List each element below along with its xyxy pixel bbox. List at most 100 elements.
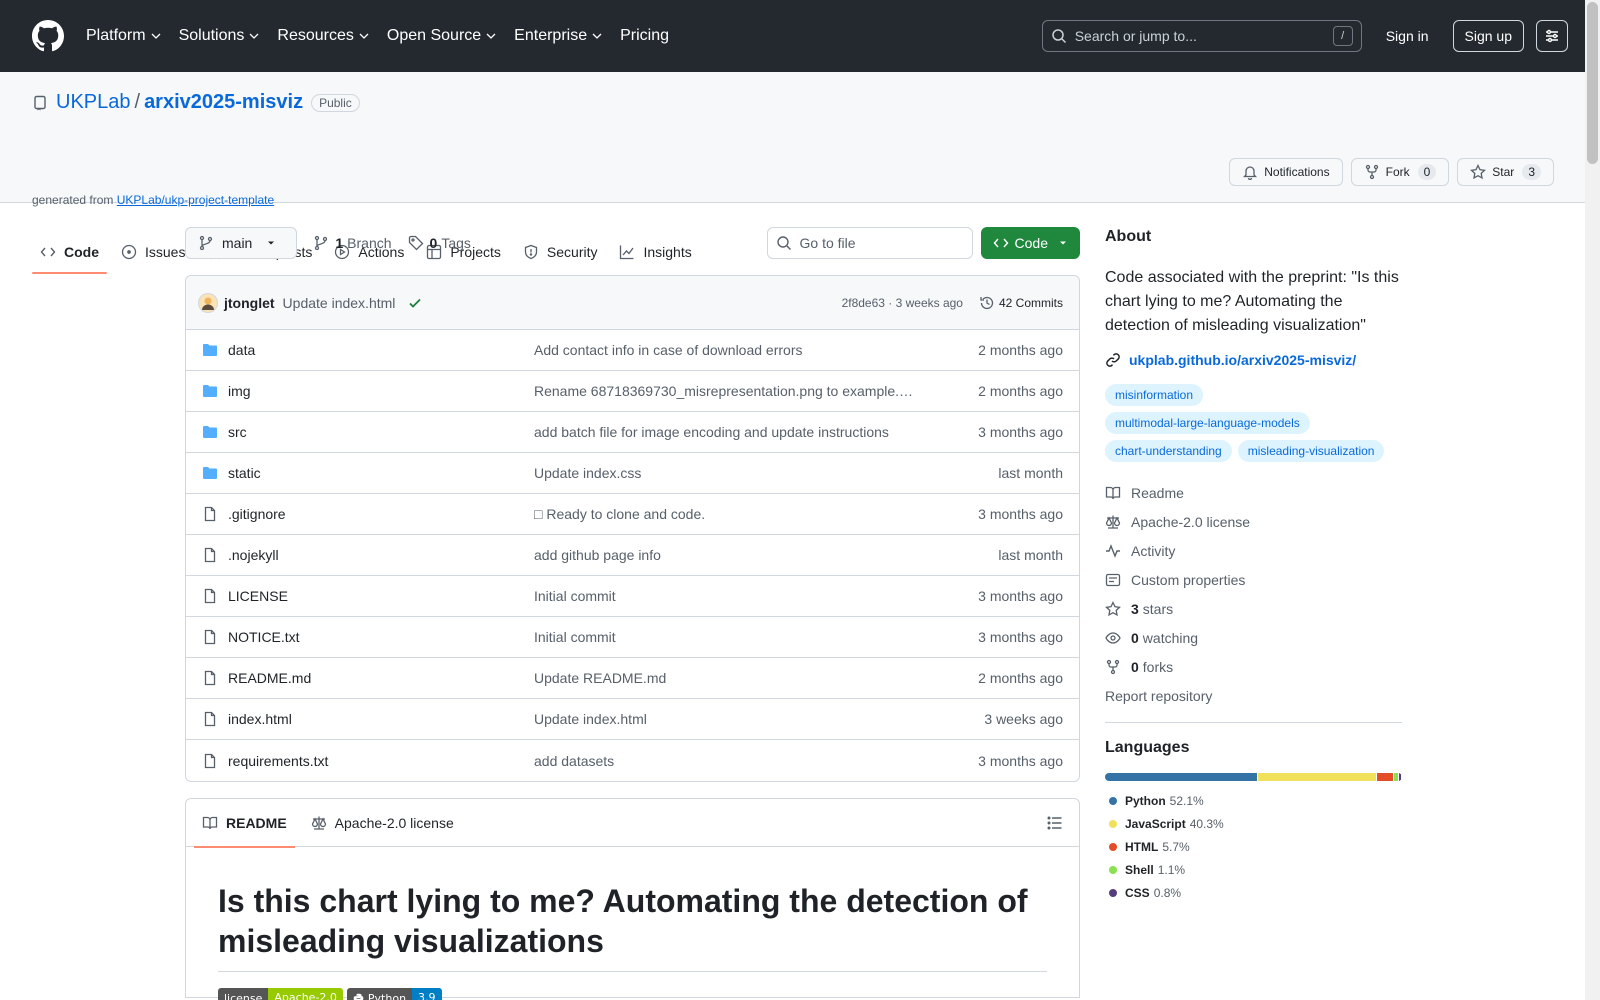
forks-link[interactable]: 0 forks [1105,652,1402,681]
commit-author-link[interactable]: jtonglet [224,295,275,311]
file-name-cell[interactable]: LICENSE [202,588,534,604]
file-name[interactable]: .nojekyll [228,547,279,563]
table-row[interactable]: src add batch file for image encoding and… [186,412,1079,453]
language-item[interactable]: CSS 0.8% [1105,881,1225,904]
file-name-cell[interactable]: index.html [202,711,534,727]
commit-message-link[interactable]: Update index.html [283,295,396,311]
list-icon[interactable] [1047,815,1063,831]
file-name-cell[interactable]: .nojekyll [202,547,534,563]
topic-tag[interactable]: multimodal-large-language-models [1105,412,1310,434]
readme-link[interactable]: Readme [1105,478,1402,507]
website-link[interactable]: ukplab.github.io/arxiv2025-misviz/ [1105,352,1402,368]
topic-tag[interactable]: misinformation [1105,384,1204,406]
file-name-cell[interactable]: requirements.txt [202,753,534,769]
table-row[interactable]: .nojekyll add github page info last month [186,535,1079,576]
repo-name-link[interactable]: arxiv2025-misviz [144,91,303,114]
activity-link[interactable]: Activity [1105,536,1402,565]
topic-tag[interactable]: misleading-visualization [1237,440,1385,462]
license-link[interactable]: Apache-2.0 license [1105,507,1402,536]
file-commit-message[interactable]: Update index.css [534,465,998,481]
notifications-button[interactable]: Notifications [1229,158,1343,186]
custom-properties-link[interactable]: Custom properties [1105,565,1402,594]
tags-link[interactable]: 0 Tags [408,235,471,251]
file-name[interactable]: NOTICE.txt [228,629,300,645]
file-name[interactable]: data [228,342,255,358]
check-icon[interactable] [407,295,423,311]
file-name-cell[interactable]: .gitignore [202,506,534,522]
table-row[interactable]: data Add contact info in case of download… [186,330,1079,371]
file-commit-message[interactable]: add github page info [534,547,998,563]
table-row[interactable]: NOTICE.txt Initial commit 3 months ago [186,617,1079,658]
star-button[interactable]: Star 3 [1457,158,1554,186]
github-logo-icon[interactable] [32,20,64,52]
file-commit-message[interactable]: Initial commit [534,629,978,645]
file-name[interactable]: LICENSE [228,588,288,604]
tab-readme[interactable]: README [194,799,295,848]
code-dropdown-button[interactable]: Code [980,227,1080,259]
file-name[interactable]: .gitignore [228,506,286,522]
fork-button[interactable]: Fork 0 [1350,158,1450,186]
nav-pricing[interactable]: Pricing [620,27,669,45]
report-repository-link[interactable]: Report repository [1105,681,1402,710]
file-name[interactable]: src [228,424,247,440]
file-commit-message[interactable]: Rename 68718369730_misrepresentation.png… [534,383,978,399]
nav-platform[interactable]: Platform [86,27,162,45]
table-row[interactable]: requirements.txt add datasets 3 months ago [186,740,1079,781]
table-row[interactable]: .gitignore □ Ready to clone and code. 3 mo… [186,494,1079,535]
language-item[interactable]: Python 52.1% [1105,789,1225,812]
tab-license[interactable]: Apache-2.0 license [311,799,454,847]
repo-owner-link[interactable]: UKPLab [56,91,131,114]
avatar[interactable] [198,292,218,313]
tab-code[interactable]: Code [32,230,107,274]
table-row[interactable]: index.html Update index.html 3 weeks ago [186,699,1079,740]
language-item[interactable]: HTML 5.7% [1105,835,1225,858]
stars-link[interactable]: 3 stars [1105,594,1402,623]
branches-link[interactable]: 1 Branch [313,235,392,251]
nav-resources[interactable]: Resources [277,27,369,45]
file-name[interactable]: README.md [228,670,311,686]
sign-in-link[interactable]: Sign in [1386,28,1429,44]
go-to-file-input[interactable]: Go to file [766,227,973,259]
commits-history-link[interactable]: 42 Commits [979,295,1063,311]
file-name-cell[interactable]: README.md [202,670,534,686]
file-name[interactable]: img [228,383,251,399]
file-name[interactable]: static [228,465,261,481]
language-item[interactable]: JavaScript 40.3% [1105,812,1265,835]
file-name-cell[interactable]: static [202,465,534,481]
file-commit-message[interactable]: Initial commit [534,588,978,604]
file-commit-message[interactable]: Update README.md [534,670,978,686]
tab-issues[interactable]: Issues [113,230,193,273]
nav-enterprise[interactable]: Enterprise [514,27,603,45]
repo-separator: / [134,91,141,113]
file-name-cell[interactable]: data [202,342,534,358]
license-badge[interactable]: license Apache-2.0 [218,988,343,1000]
file-commit-message[interactable]: add batch file for image encoding and up… [534,424,978,440]
scrollbar-thumb[interactable] [1587,2,1598,164]
nav-open-source[interactable]: Open Source [387,27,497,45]
watching-link[interactable]: 0 watching [1105,623,1402,652]
table-row[interactable]: LICENSE Initial commit 3 months ago [186,576,1079,617]
table-row[interactable]: static Update index.css last month [186,453,1079,494]
template-link[interactable]: UKPLab/ukp-project-template [117,193,274,207]
global-search-input[interactable]: Search or jump to... / [1041,20,1362,52]
file-name[interactable]: requirements.txt [228,753,328,769]
table-row[interactable]: img Rename 68718369730_misrepresentation.… [186,371,1079,412]
file-name-cell[interactable]: src [202,424,534,440]
branch-selector[interactable]: main [185,227,298,259]
sign-up-button[interactable]: Sign up [1452,20,1524,52]
page-scrollbar[interactable] [1585,0,1600,1000]
settings-menu-button[interactable] [1536,20,1568,52]
table-row[interactable]: README.md Update README.md 2 months ago [186,658,1079,699]
file-name-cell[interactable]: NOTICE.txt [202,629,534,645]
language-item[interactable]: Shell 1.1% [1105,858,1265,881]
nav-solutions[interactable]: Solutions [179,27,261,45]
file-name[interactable]: index.html [228,711,292,727]
python-badge[interactable]: Python 3.9 [346,988,442,1000]
file-commit-message[interactable]: add datasets [534,753,978,769]
file-commit-message[interactable]: Add contact info in case of download err… [534,342,978,358]
file-name-cell[interactable]: img [202,383,534,399]
commit-sha-time[interactable]: 2f8de63 · 3 weeks ago [842,296,963,310]
file-commit-message[interactable]: Update index.html [534,711,984,727]
file-commit-message[interactable]: □ Ready to clone and code. [534,506,978,522]
topic-tag[interactable]: chart-understanding [1105,440,1232,462]
